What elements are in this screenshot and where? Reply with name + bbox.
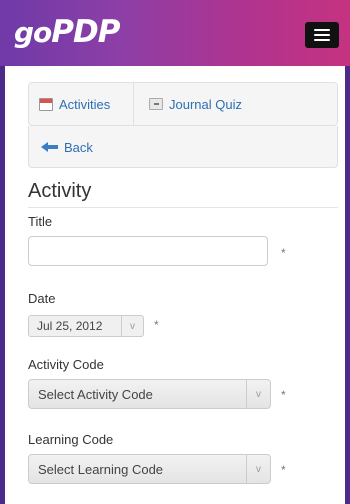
hamburger-icon-bar bbox=[314, 29, 330, 31]
back-label: Back bbox=[64, 139, 93, 155]
learning-code-required-marker: * bbox=[281, 463, 286, 477]
calendar-icon bbox=[39, 97, 53, 111]
date-label: Date bbox=[28, 291, 56, 306]
title-required-marker: * bbox=[281, 246, 286, 260]
back-panel: Back bbox=[28, 126, 338, 168]
logo-pdp: PDP bbox=[51, 14, 120, 50]
learning-code-value: Select Learning Code bbox=[38, 461, 164, 477]
hamburger-menu-button[interactable] bbox=[305, 22, 339, 48]
title-input[interactable] bbox=[28, 236, 268, 266]
activities-link[interactable]: Activities bbox=[39, 83, 134, 125]
learning-code-label: Learning Code bbox=[28, 432, 114, 447]
activity-code-required-marker: * bbox=[281, 388, 286, 402]
activity-code-value: Select Activity Code bbox=[38, 386, 153, 402]
gopdp-logo[interactable]: goPDP bbox=[14, 14, 120, 50]
section-divider bbox=[28, 207, 338, 208]
title-label: Title bbox=[28, 214, 53, 229]
chevron-down-icon: v bbox=[121, 316, 143, 336]
hamburger-icon-bar bbox=[314, 34, 330, 36]
journal-quiz-link[interactable]: Journal Quiz bbox=[149, 83, 242, 125]
chevron-down-icon: v bbox=[246, 455, 270, 483]
document-icon bbox=[149, 98, 163, 110]
date-select[interactable]: Jul 25, 2012 v bbox=[28, 315, 144, 337]
activity-code-label: Activity Code bbox=[28, 357, 104, 372]
date-required-marker: * bbox=[154, 318, 159, 332]
activity-code-select[interactable]: Select Activity Code v bbox=[28, 379, 271, 409]
nav-panel: Activities Journal Quiz bbox=[28, 82, 338, 126]
back-arrow-icon bbox=[41, 141, 59, 153]
learning-code-select[interactable]: Select Learning Code v bbox=[28, 454, 271, 484]
logo-go: go bbox=[14, 16, 52, 49]
date-value: Jul 25, 2012 bbox=[37, 319, 103, 333]
chevron-down-icon: v bbox=[246, 380, 270, 408]
journal-quiz-label: Journal Quiz bbox=[169, 96, 242, 112]
top-bar: goPDP bbox=[0, 0, 350, 66]
back-link[interactable]: Back bbox=[41, 126, 93, 168]
section-title: Activity bbox=[28, 180, 92, 202]
hamburger-icon-bar bbox=[314, 39, 330, 41]
activities-label: Activities bbox=[59, 96, 111, 112]
